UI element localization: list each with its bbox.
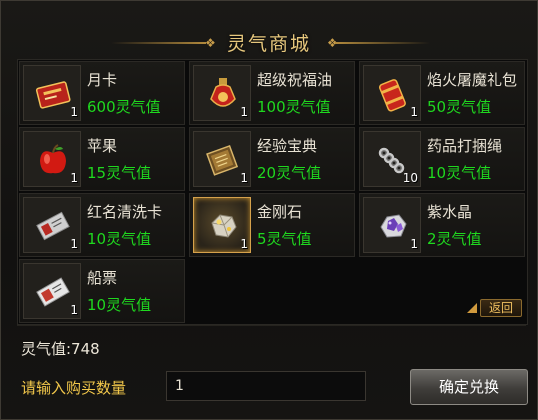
item-name: 月卡 — [87, 71, 118, 89]
item-name: 紫水晶 — [427, 203, 473, 221]
item-quantity: 1 — [410, 237, 418, 251]
confirm-exchange-button[interactable]: 确定兑换 — [410, 369, 528, 405]
item-quantity: 1 — [70, 237, 78, 251]
item-name: 焰火屠魔礼包 — [427, 71, 518, 89]
shop-item-ship-ticket[interactable]: 1 船票 10灵气值 — [19, 259, 185, 323]
diamond-icon — [211, 214, 237, 238]
shop-item-exp-book[interactable]: 1 经验宝典 20灵气值 — [189, 127, 355, 191]
item-slot[interactable]: 1 — [193, 131, 251, 187]
shop-window: ❖ 灵气商城 ❖ 1 月卡 600灵气值 1 超级祝福油 100灵气值 1 焰火… — [0, 0, 538, 420]
item-price: 50灵气值 — [427, 98, 492, 116]
item-price: 100灵气值 — [257, 98, 331, 116]
blessing-oil-icon — [210, 78, 236, 107]
shop-item-rope[interactable]: 10 药品打捆绳 10灵气值 — [359, 127, 525, 191]
shop-item-firework-pack[interactable]: 1 焰火屠魔礼包 50灵气值 — [359, 61, 525, 125]
shop-item-apple[interactable]: 1 苹果 15灵气值 — [19, 127, 185, 191]
item-name: 超级祝福油 — [257, 71, 333, 89]
item-name: 苹果 — [87, 137, 118, 155]
exp-book-icon — [206, 144, 239, 176]
item-name: 红名清洗卡 — [87, 203, 163, 221]
item-name: 船票 — [87, 269, 118, 287]
shop-item-blessing-oil[interactable]: 1 超级祝福油 100灵气值 — [189, 61, 355, 125]
title-ornament-right — [335, 42, 430, 44]
item-slot[interactable]: 1 — [363, 65, 421, 121]
item-price: 10灵气值 — [87, 296, 152, 314]
item-slot[interactable]: 1 — [23, 263, 81, 319]
balance-label: 灵气值:748 — [21, 340, 100, 358]
shop-item-month-card[interactable]: 1 月卡 600灵气值 — [19, 61, 185, 125]
item-name: 金刚石 — [257, 203, 303, 221]
item-slot[interactable]: 1 — [23, 197, 81, 253]
quantity-input[interactable] — [166, 371, 366, 401]
item-quantity: 1 — [410, 105, 418, 119]
firework-pack-icon — [379, 79, 406, 112]
item-slot[interactable]: 1 — [193, 65, 251, 121]
item-price: 10灵气值 — [87, 230, 152, 248]
title-bar: ❖ 灵气商城 ❖ — [1, 1, 537, 59]
apple-icon — [40, 144, 66, 174]
shop-item-diamond[interactable]: 1 金刚石 5灵气值 — [189, 193, 355, 257]
back-button[interactable]: 返回 — [480, 299, 522, 317]
window-title: 灵气商城 — [226, 33, 311, 55]
item-price: 15灵气值 — [87, 164, 152, 182]
item-grid[interactable]: 1 月卡 600灵气值 1 超级祝福油 100灵气值 1 焰火屠魔礼包 50灵气… — [17, 59, 528, 325]
item-price: 10灵气值 — [427, 164, 492, 182]
item-quantity: 1 — [240, 237, 248, 251]
month-card-icon — [35, 81, 71, 109]
item-price: 2灵气值 — [427, 230, 482, 248]
item-slot-selected[interactable]: 1 — [193, 197, 251, 253]
item-quantity: 1 — [240, 171, 248, 185]
item-quantity: 1 — [70, 105, 78, 119]
item-quantity: 1 — [70, 171, 78, 185]
divider — [17, 325, 526, 326]
item-name: 经验宝典 — [257, 137, 318, 155]
shop-item-red-name-card[interactable]: 1 红名清洗卡 10灵气值 — [19, 193, 185, 257]
item-quantity: 1 — [70, 303, 78, 317]
item-slot[interactable]: 1 — [363, 197, 421, 253]
item-quantity: 10 — [402, 171, 418, 185]
back-arrow-icon — [467, 303, 477, 313]
item-slot[interactable]: 10 — [363, 131, 421, 187]
item-slot[interactable]: 1 — [23, 65, 81, 121]
item-quantity: 1 — [240, 105, 248, 119]
quantity-prompt: 请输入购买数量 — [21, 379, 127, 397]
item-name: 药品打捆绳 — [427, 137, 503, 155]
amethyst-icon — [380, 214, 407, 238]
shop-item-amethyst[interactable]: 1 紫水晶 2灵气值 — [359, 193, 525, 257]
red-name-card-icon — [36, 211, 70, 241]
item-price: 5灵气值 — [257, 230, 312, 248]
item-price: 20灵气值 — [257, 164, 322, 182]
ship-ticket-icon — [36, 277, 70, 307]
item-slot[interactable]: 1 — [23, 131, 81, 187]
item-price: 600灵气值 — [87, 98, 161, 116]
